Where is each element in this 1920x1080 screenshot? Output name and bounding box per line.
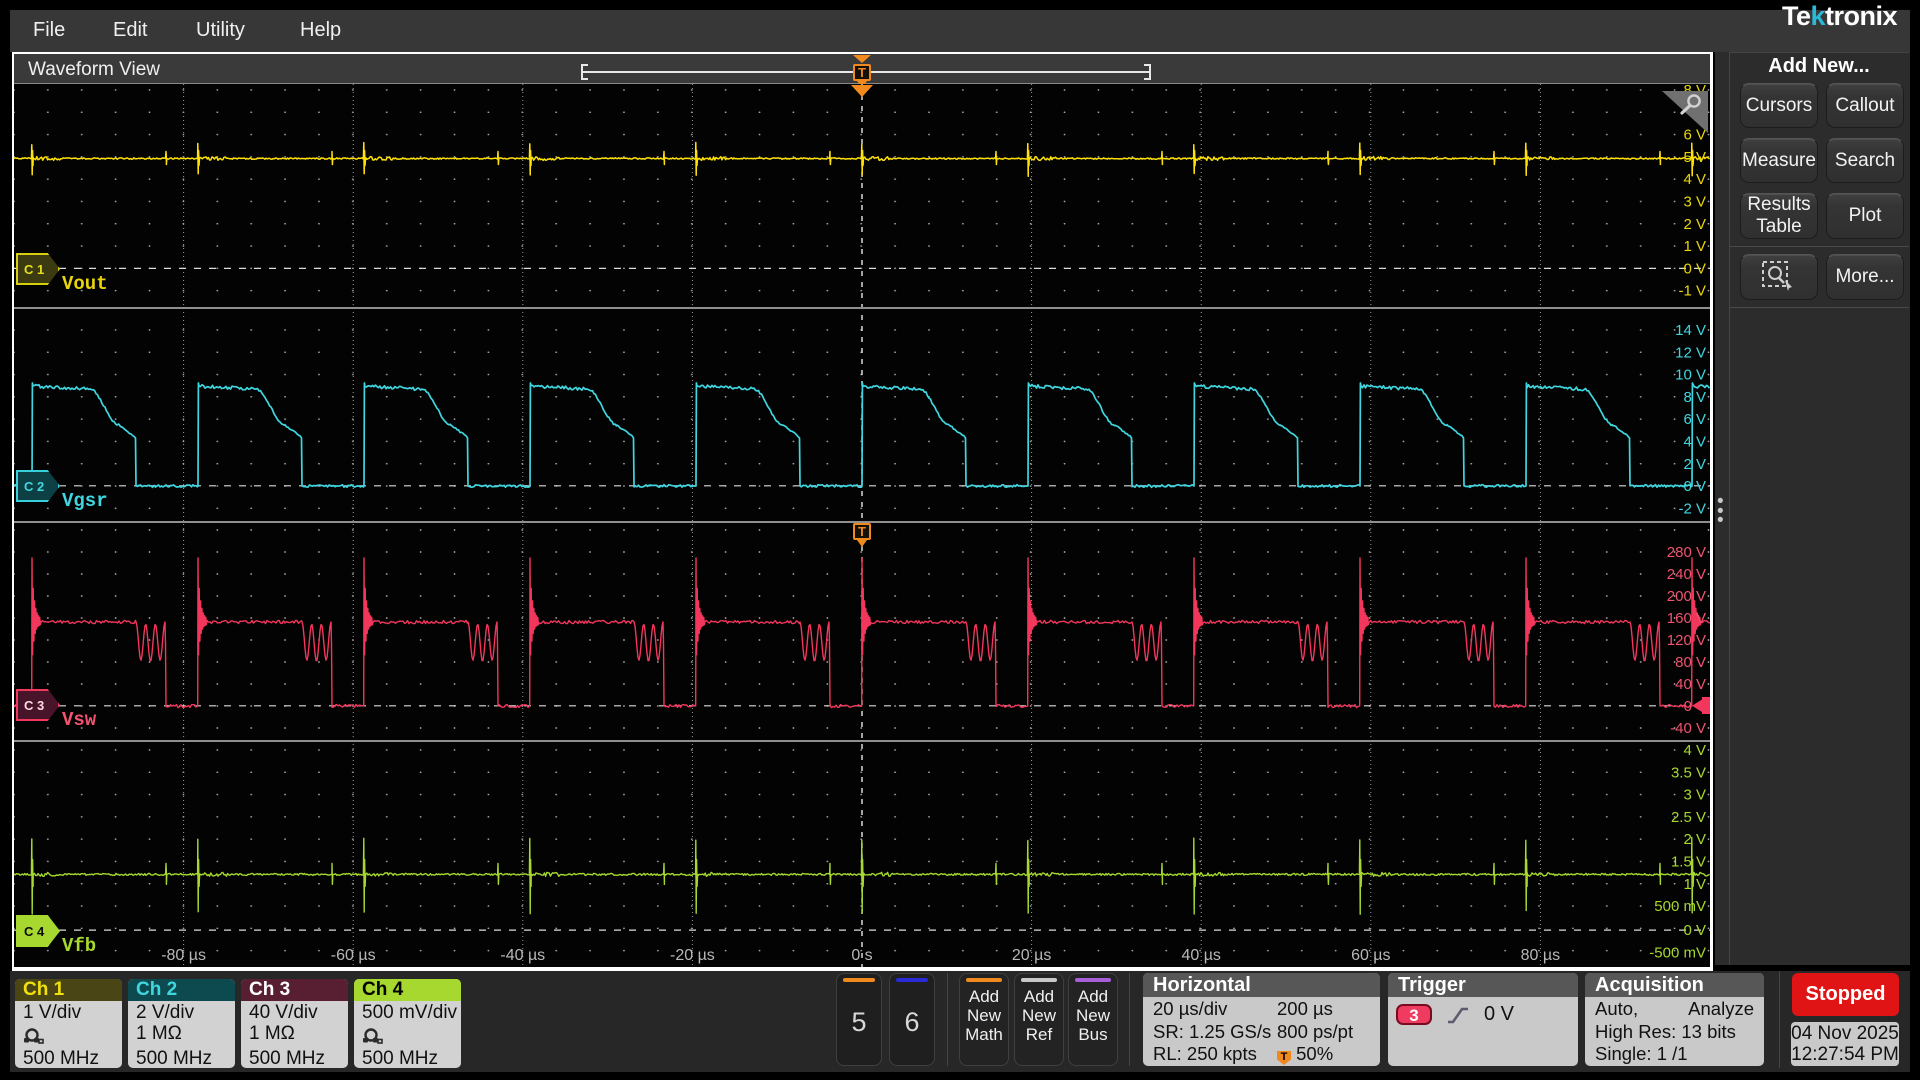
- svg-text:-20 µs: -20 µs: [670, 947, 715, 964]
- svg-text:-500 mV: -500 mV: [1649, 944, 1706, 961]
- svg-text:0 s: 0 s: [851, 947, 872, 964]
- svg-text:60 µs: 60 µs: [1351, 947, 1390, 964]
- svg-text:8 V: 8 V: [1683, 389, 1706, 406]
- svg-text:-60 µs: -60 µs: [331, 947, 376, 964]
- svg-text:3 V: 3 V: [1683, 787, 1706, 804]
- svg-text:14 V: 14 V: [1675, 322, 1706, 339]
- svg-text:4 V: 4 V: [1683, 434, 1706, 451]
- svg-text:2 V: 2 V: [1683, 456, 1706, 473]
- svg-text:3.5 V: 3.5 V: [1671, 764, 1706, 781]
- svg-text:80 µs: 80 µs: [1521, 947, 1560, 964]
- svg-text:1 V: 1 V: [1683, 876, 1706, 893]
- svg-text:280 V: 280 V: [1667, 544, 1706, 561]
- svg-text:160 V: 160 V: [1667, 610, 1706, 627]
- svg-text:20 µs: 20 µs: [1012, 947, 1051, 964]
- svg-text:2.5 V: 2.5 V: [1671, 809, 1706, 826]
- svg-text:500 mV: 500 mV: [1654, 898, 1706, 915]
- svg-text:0 V: 0 V: [1683, 478, 1706, 495]
- svg-text:240 V: 240 V: [1667, 566, 1706, 583]
- svg-text:2 V: 2 V: [1683, 831, 1706, 848]
- svg-text:2 V: 2 V: [1683, 216, 1706, 233]
- svg-text:40 µs: 40 µs: [1181, 947, 1220, 964]
- svg-text:-40 V: -40 V: [1670, 720, 1706, 737]
- svg-text:-40 µs: -40 µs: [500, 947, 545, 964]
- svg-text:12 V: 12 V: [1675, 344, 1706, 361]
- svg-text:-80 µs: -80 µs: [161, 947, 206, 964]
- svg-text:5 V: 5 V: [1683, 149, 1706, 166]
- svg-text:10 V: 10 V: [1675, 367, 1706, 384]
- svg-text:6 V: 6 V: [1683, 127, 1706, 144]
- svg-text:40 V: 40 V: [1675, 676, 1706, 693]
- svg-text:120 V: 120 V: [1667, 632, 1706, 649]
- svg-text:80 V: 80 V: [1675, 654, 1706, 671]
- svg-text:4 V: 4 V: [1683, 171, 1706, 188]
- svg-text:-2 V: -2 V: [1678, 500, 1706, 517]
- svg-text:200 V: 200 V: [1667, 588, 1706, 605]
- svg-text:1 V: 1 V: [1683, 238, 1706, 255]
- svg-text:0 V: 0 V: [1683, 922, 1706, 939]
- svg-text:4 V: 4 V: [1683, 742, 1706, 759]
- svg-text:0: 0: [1684, 698, 1692, 715]
- svg-text:1.5 V: 1.5 V: [1671, 854, 1706, 871]
- svg-text:3 V: 3 V: [1683, 194, 1706, 211]
- svg-text:-1 V: -1 V: [1678, 283, 1706, 300]
- svg-text:0 V: 0 V: [1683, 260, 1706, 277]
- svg-text:6 V: 6 V: [1683, 411, 1706, 428]
